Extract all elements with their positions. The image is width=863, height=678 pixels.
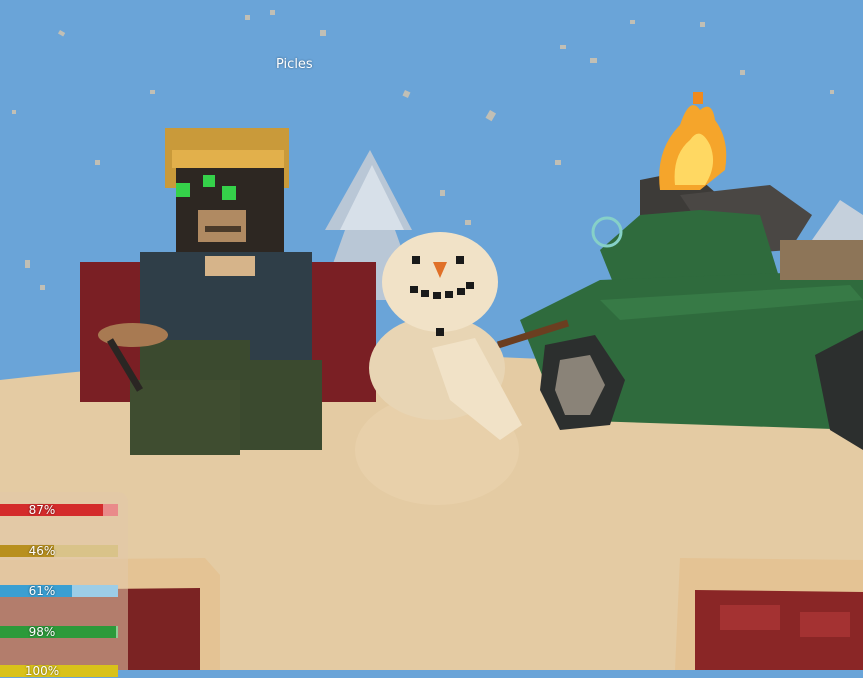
health-bar: 87% — [0, 503, 118, 517]
water-bar: 61% — [0, 584, 118, 598]
stamina-bar: 100% — [0, 664, 118, 678]
health-value: 87% — [28, 503, 56, 517]
status-hud: 87% 46% 61% 98% 100% — [0, 492, 128, 678]
virus-value: 98% — [28, 625, 56, 639]
food-value: 46% — [28, 544, 56, 558]
player-nametag: Picles — [276, 57, 313, 72]
virus-bar: 98% — [0, 625, 118, 639]
game-scene — [0, 0, 863, 670]
health-bar-rest — [103, 504, 118, 516]
water-value: 61% — [28, 584, 56, 598]
food-bar: 46% — [0, 544, 118, 558]
stamina-value: 100% — [24, 664, 60, 678]
virus-bar-rest — [116, 626, 118, 638]
